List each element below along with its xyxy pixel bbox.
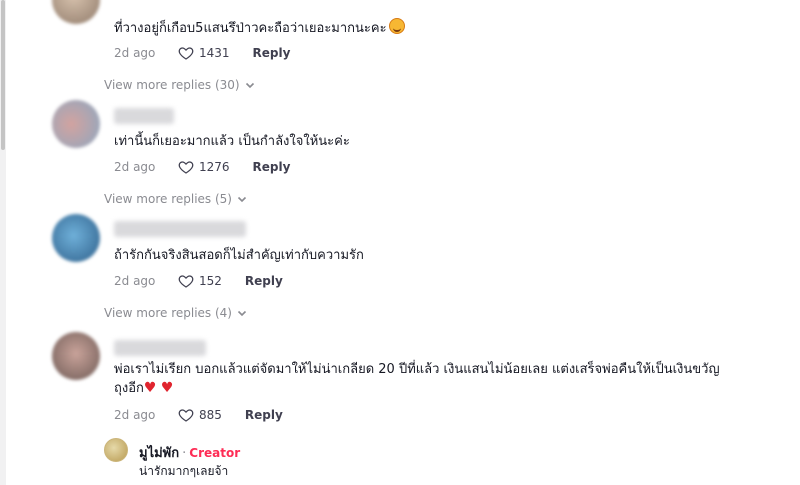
avatar[interactable] bbox=[52, 0, 100, 24]
avatar[interactable] bbox=[52, 214, 100, 262]
comment-meta: 2d ago 1276 Reply bbox=[114, 159, 290, 175]
chevron-down-icon bbox=[245, 82, 254, 89]
reply-button[interactable]: Reply bbox=[245, 408, 283, 422]
like-button[interactable]: 1431 bbox=[178, 45, 253, 61]
scrollbar-track[interactable] bbox=[0, 0, 6, 485]
like-button[interactable]: 1276 bbox=[178, 159, 253, 175]
creator-avatar[interactable] bbox=[104, 438, 128, 462]
reply-button[interactable]: Reply bbox=[253, 160, 291, 174]
comment-meta: 2d ago 152 Reply bbox=[114, 273, 283, 289]
like-button[interactable]: 885 bbox=[178, 407, 245, 423]
view-more-replies[interactable]: View more replies (4) bbox=[104, 306, 247, 320]
like-count: 885 bbox=[199, 408, 222, 422]
heart-icon bbox=[178, 409, 194, 422]
comment-date: 2d ago bbox=[114, 46, 156, 60]
like-button[interactable]: 152 bbox=[178, 273, 245, 289]
reply-button[interactable]: Reply bbox=[245, 274, 283, 288]
comment-date: 2d ago bbox=[114, 408, 156, 422]
heart-icon bbox=[178, 275, 194, 288]
comment-text: เท่านี้นก็เยอะมากแล้ว เป็นกำลังใจให้นะค่… bbox=[114, 134, 350, 149]
like-count: 1431 bbox=[199, 46, 230, 60]
comment-date: 2d ago bbox=[114, 274, 156, 288]
creator-badge: Creator bbox=[189, 446, 241, 460]
comment-text: ที่วางอยู่ก็เกือบ5แสนรึป่าวคะถือว่าเยอะม… bbox=[114, 18, 764, 38]
red-heart-emoji: ♥ ♥ bbox=[143, 380, 174, 396]
view-more-replies[interactable]: View more replies (5) bbox=[104, 192, 247, 206]
reply-button[interactable]: Reply bbox=[253, 46, 291, 60]
comment-date: 2d ago bbox=[114, 160, 156, 174]
username-blurred[interactable] bbox=[114, 108, 174, 124]
comment-meta: 2d ago 885 Reply bbox=[114, 407, 283, 423]
smiling-face-with-hearts-emoji bbox=[388, 18, 405, 34]
separator-dot: · bbox=[182, 446, 187, 461]
avatar[interactable] bbox=[52, 100, 100, 148]
like-count: 152 bbox=[199, 274, 222, 288]
avatar[interactable] bbox=[52, 332, 100, 380]
comment-text: ถ้ารักกันจริงสินสอดก็ไม่สำคัญเท่ากับความ… bbox=[114, 248, 364, 263]
heart-icon bbox=[178, 47, 194, 60]
view-more-replies[interactable]: View more replies (30) bbox=[104, 78, 255, 92]
creator-username[interactable]: มูไม่พัก · Creator bbox=[139, 442, 240, 463]
heart-icon bbox=[178, 161, 194, 174]
chevron-down-icon bbox=[237, 310, 247, 317]
like-count: 1276 bbox=[199, 160, 230, 174]
comment-meta: 2d ago 1431 Reply bbox=[114, 45, 290, 61]
scrollbar-thumb[interactable] bbox=[1, 0, 5, 150]
chevron-down-icon bbox=[237, 196, 247, 203]
comment-text: พ่อเราไม่เรียก บอกแล้วแต่จัดมาให้ไม่น่าเ… bbox=[114, 362, 720, 396]
creator-reply-text: น่ารักมากๆเลยจ้า bbox=[139, 464, 229, 478]
username-blurred[interactable] bbox=[114, 221, 246, 237]
username-blurred[interactable] bbox=[114, 340, 206, 356]
